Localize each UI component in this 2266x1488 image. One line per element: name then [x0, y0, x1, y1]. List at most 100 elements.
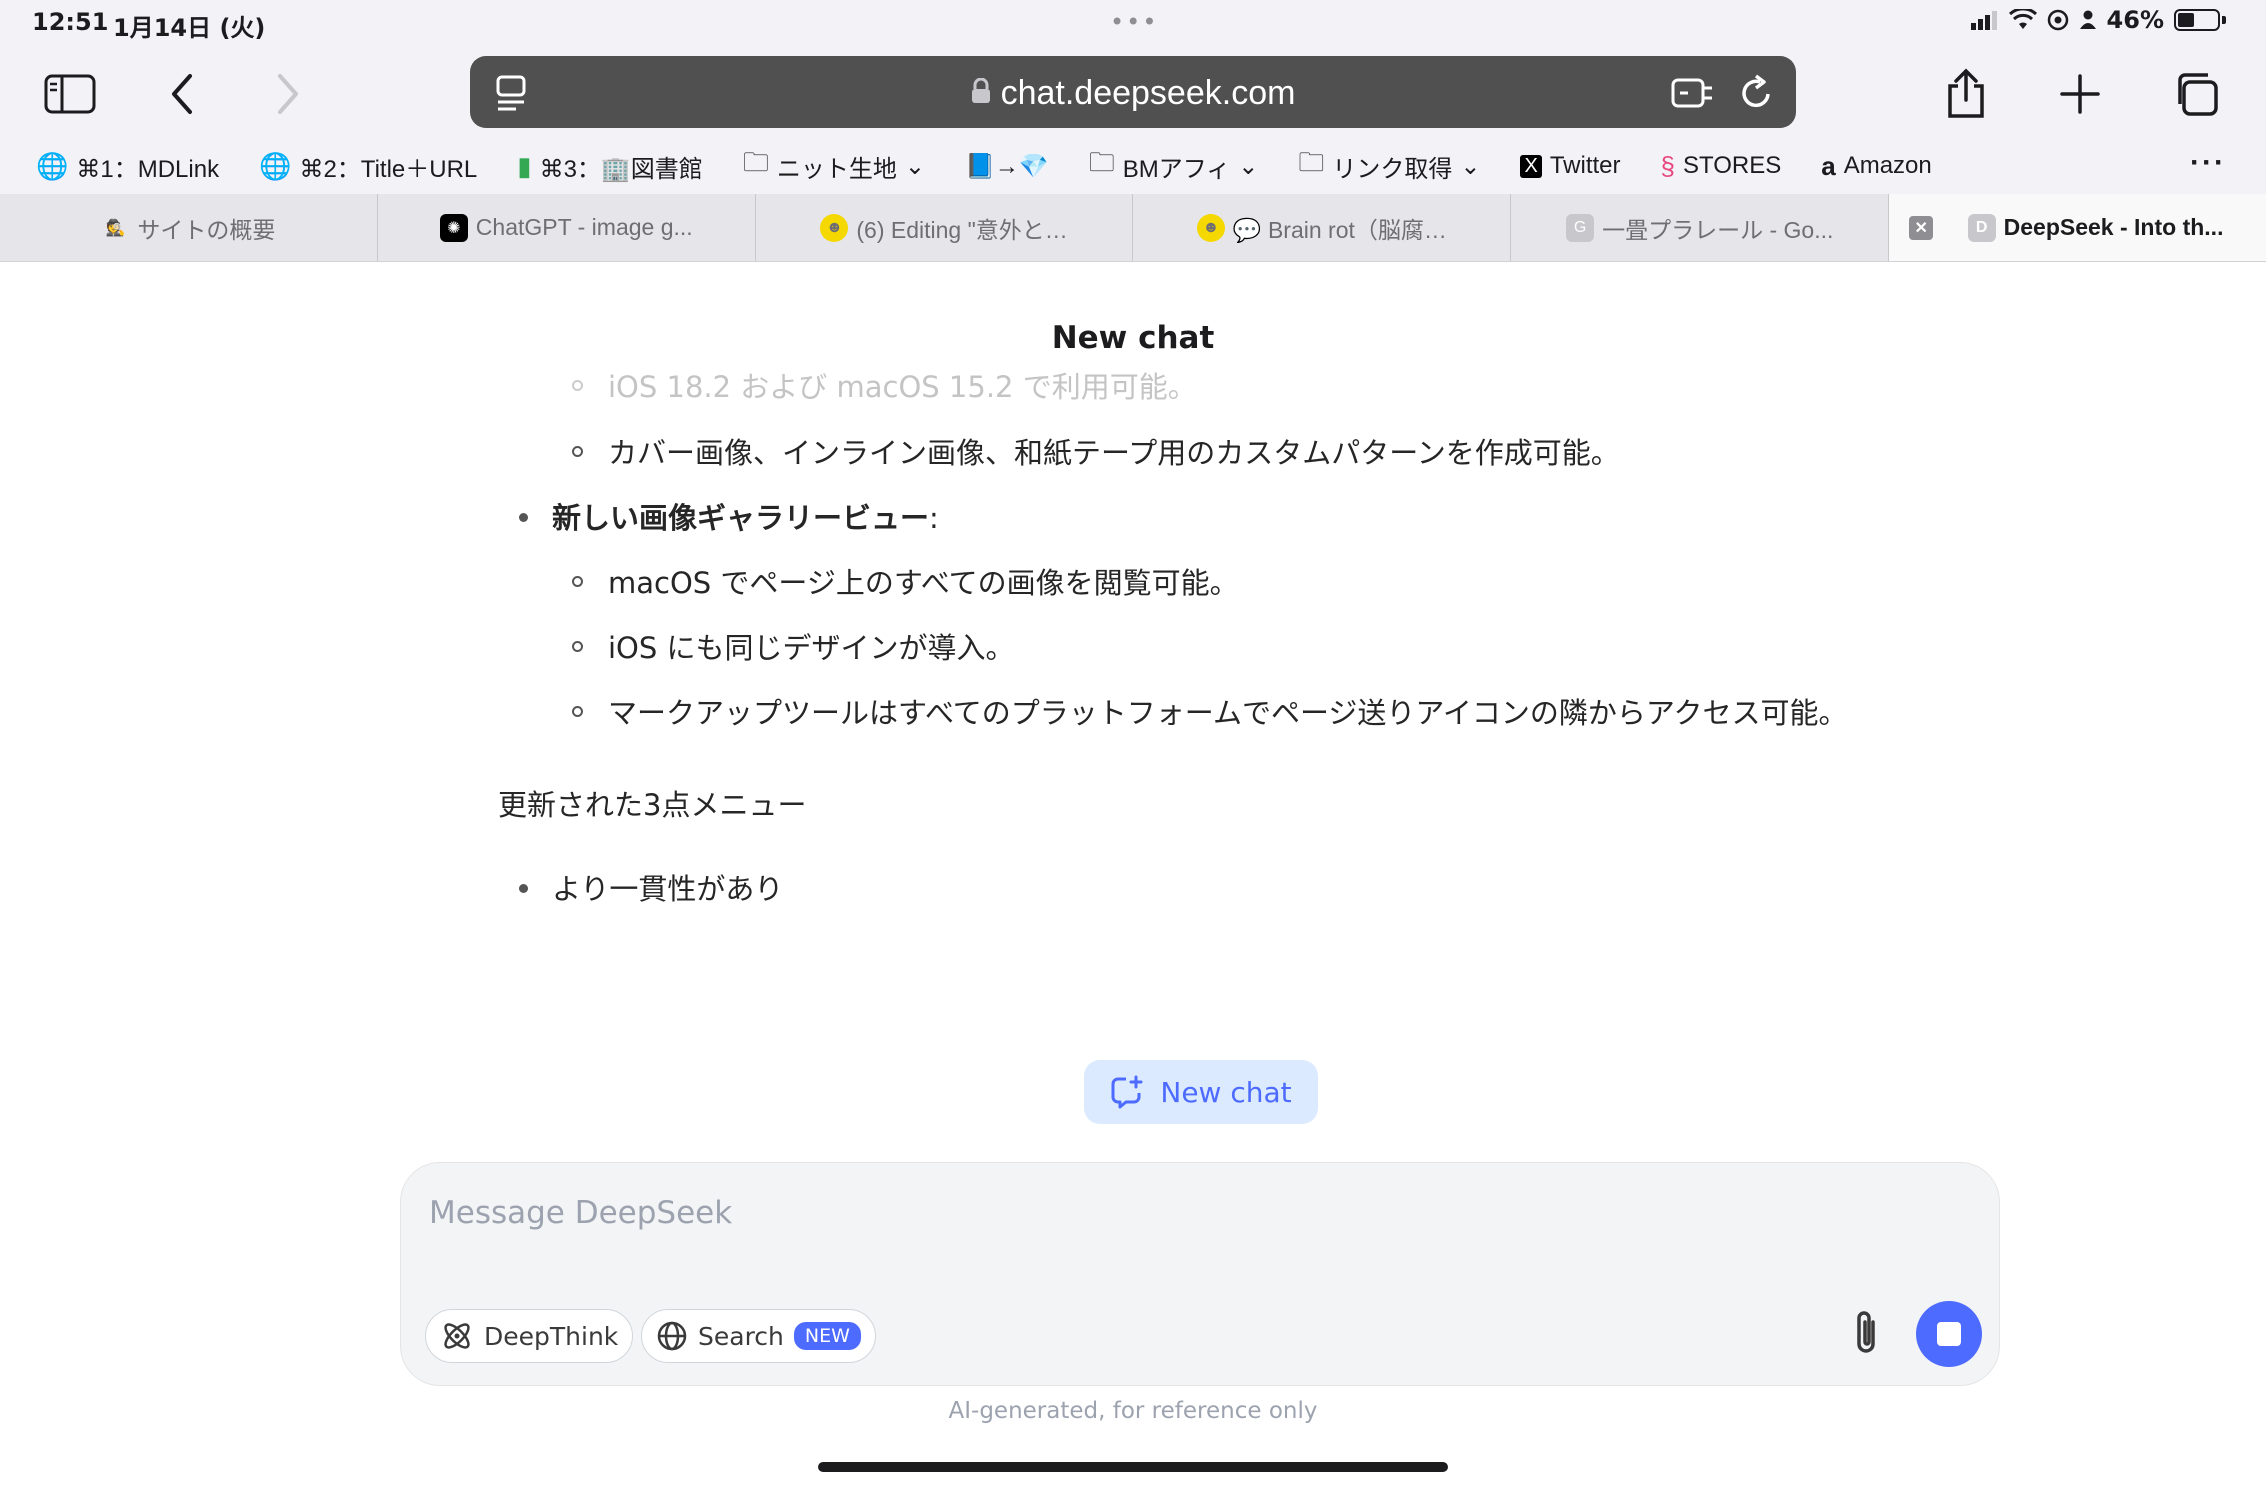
bullet	[572, 446, 583, 457]
tab-bar: 🕵 サイトの概要 ✺ ChatGPT - image g... ☻ (6) Ed…	[0, 194, 2266, 262]
bookmark-label: STORES	[1682, 152, 1782, 179]
bookmark-amazon[interactable]: a Amazon	[1821, 151, 1932, 182]
more-icon[interactable]: ···	[2190, 146, 2226, 180]
tab-chatgpt[interactable]: ✺ ChatGPT - image g...	[378, 194, 756, 261]
bookmark-mdlink[interactable]: 🌐 ⌘1：MDLink	[36, 149, 219, 184]
site-favicon-icon: ☻	[1196, 213, 1225, 242]
tab-brain-rot[interactable]: ☻ 💬 Brain rot（脳腐…	[1133, 194, 1512, 261]
bookmark-folder-bm[interactable]: 🗀 BMアフィ ⌄	[1089, 144, 1259, 188]
new-chat-icon	[1111, 1075, 1143, 1109]
x-logo-icon: X	[1520, 154, 1542, 178]
tab-editing[interactable]: ☻ (6) Editing "意外と…	[756, 194, 1134, 261]
deepthink-label: DeepThink	[484, 1321, 619, 1351]
list-item-text: iOS にも同じデザインが導入。	[608, 631, 1015, 665]
new-chat-button[interactable]: New chat	[1084, 1060, 1318, 1124]
bookmark-label: BMアフィ	[1122, 155, 1231, 183]
tab-site-overview[interactable]: 🕵 サイトの概要	[0, 194, 378, 261]
new-tab-icon[interactable]	[2050, 64, 2110, 124]
tab-label: 💬 Brain rot（脳腐…	[1232, 216, 1447, 243]
status-indicators: 46%	[1970, 6, 2226, 34]
disclaimer: AI-generated, for reference only	[948, 1398, 1318, 1424]
globe-icon: 🌐	[36, 150, 69, 181]
list-item-text: より一貫性があり	[552, 872, 784, 906]
sidebar-toggle-icon[interactable]	[40, 64, 100, 124]
bookmark-label: 📘→💎	[964, 152, 1049, 180]
bullet	[572, 706, 583, 717]
bookmarks-bar: 🌐 ⌘1：MDLink 🌐 ⌘2：Title＋URL ▮ ⌘3：🏢図書館 🗀 ニ…	[0, 138, 2266, 194]
bullet	[572, 380, 583, 391]
search-toggle[interactable]: Search NEW	[641, 1309, 876, 1363]
tab-deepseek[interactable]: ✕ D DeepSeek - Into th...	[1889, 194, 2266, 261]
tab-overview-icon[interactable]	[2166, 64, 2226, 124]
search-label: Search	[698, 1321, 784, 1351]
list-item-text: macOS でページ上のすべての画像を閲覧可能。	[608, 566, 1239, 600]
bookmark-label: リンク取得	[1332, 155, 1453, 183]
tab-label: 一畳プラレール - Go...	[1602, 216, 1834, 243]
address-bar[interactable]: chat.deepseek.com	[470, 56, 1796, 128]
deepthink-toggle[interactable]: DeepThink	[425, 1309, 634, 1363]
battery-icon	[2174, 9, 2220, 31]
message-input[interactable]: Message DeepSeek	[429, 1195, 732, 1231]
bookmark-book-gem[interactable]: 📘→💎	[965, 152, 1049, 181]
battery-tip	[2222, 16, 2226, 24]
bookmark-stores[interactable]: § STORES	[1661, 151, 1782, 182]
chatgpt-favicon-icon: ✺	[439, 213, 468, 242]
bookmark-folder-link[interactable]: 🗀 リンク取得 ⌄	[1298, 144, 1480, 188]
status-date: 1月14日 (火)	[113, 14, 266, 42]
globe-icon: 🌐	[259, 150, 292, 181]
status-bar: 12:51 1月14日 (火) ••• 46%	[0, 0, 2266, 48]
message-composer[interactable]: Message DeepSeek DeepThink Search NEW	[400, 1162, 2000, 1386]
bookmark-label: ⌘2：Title＋URL	[299, 155, 478, 183]
bookmark-twitter[interactable]: X Twitter	[1520, 152, 1621, 180]
spy-favicon-icon: 🕵	[105, 219, 126, 237]
person-icon	[2079, 10, 2096, 29]
extension-icon[interactable]	[1670, 74, 1716, 116]
share-icon[interactable]	[1936, 64, 1996, 124]
stop-button[interactable]	[1916, 1301, 1982, 1367]
bookmark-label: Twitter	[1549, 152, 1621, 179]
status-time: 12:51	[32, 8, 109, 36]
home-indicator[interactable]	[818, 1462, 1448, 1472]
forward-icon[interactable]	[258, 64, 318, 124]
wifi-icon	[2008, 9, 2037, 29]
bookmark-label: Amazon	[1843, 152, 1932, 179]
bullet	[519, 884, 528, 893]
list-item-suffix: :	[929, 501, 939, 535]
tab-label: ChatGPT - image g...	[475, 214, 693, 240]
book-icon: ▮	[517, 150, 532, 181]
tab-label: DeepSeek - Into th...	[2003, 214, 2224, 240]
folder-icon: 🗀	[1298, 147, 1325, 177]
new-chat-label: New chat	[1160, 1075, 1292, 1109]
stores-icon: §	[1660, 150, 1675, 181]
globe-icon	[657, 1321, 687, 1351]
back-icon[interactable]	[152, 64, 212, 124]
tab-plarail[interactable]: G 一畳プラレール - Go...	[1511, 194, 1890, 261]
list-item-text: iOS 18.2 および macOS 15.2 で利用可能。	[608, 370, 1197, 404]
paperclip-icon[interactable]	[1841, 1303, 1891, 1363]
multitasking-dots[interactable]: •••	[1110, 8, 1158, 36]
page-title: New chat	[1051, 320, 1215, 356]
section-heading: 更新された3点メニュー	[498, 788, 807, 822]
bullet	[572, 641, 583, 652]
new-badge: NEW	[793, 1322, 861, 1350]
reload-icon[interactable]	[1738, 72, 1774, 116]
bookmark-folder-knit[interactable]: 🗀 ニット生地 ⌄	[743, 144, 925, 188]
close-icon[interactable]: ✕	[1909, 215, 1934, 240]
chevron-down-icon: ⌄	[1460, 152, 1481, 180]
location-lock-icon	[2047, 9, 2068, 31]
chevron-down-icon: ⌄	[1238, 152, 1259, 180]
lock-icon	[971, 74, 991, 113]
list-item-text: マークアップツールはすべてのプラットフォームでページ送りアイコンの隣からアクセス…	[608, 696, 1848, 730]
bookmark-label: ⌘3：🏢図書館	[539, 155, 703, 183]
url-text: chat.deepseek.com	[1000, 74, 1296, 112]
bookmark-label: ⌘1：MDLink	[76, 155, 220, 183]
bullet	[519, 513, 528, 522]
stop-icon	[1937, 1322, 1961, 1346]
tab-label: (6) Editing "意外と…	[856, 216, 1068, 243]
bookmark-library[interactable]: ▮ ⌘3：🏢図書館	[517, 149, 703, 184]
chevron-down-icon: ⌄	[904, 152, 925, 180]
list-item-text: 新しい画像ギャラリービュー	[552, 501, 930, 535]
bookmark-title-url[interactable]: 🌐 ⌘2：Title＋URL	[259, 149, 477, 184]
letter-d-favicon-icon: D	[1967, 213, 1996, 242]
battery-percentage: 46%	[2106, 6, 2164, 34]
